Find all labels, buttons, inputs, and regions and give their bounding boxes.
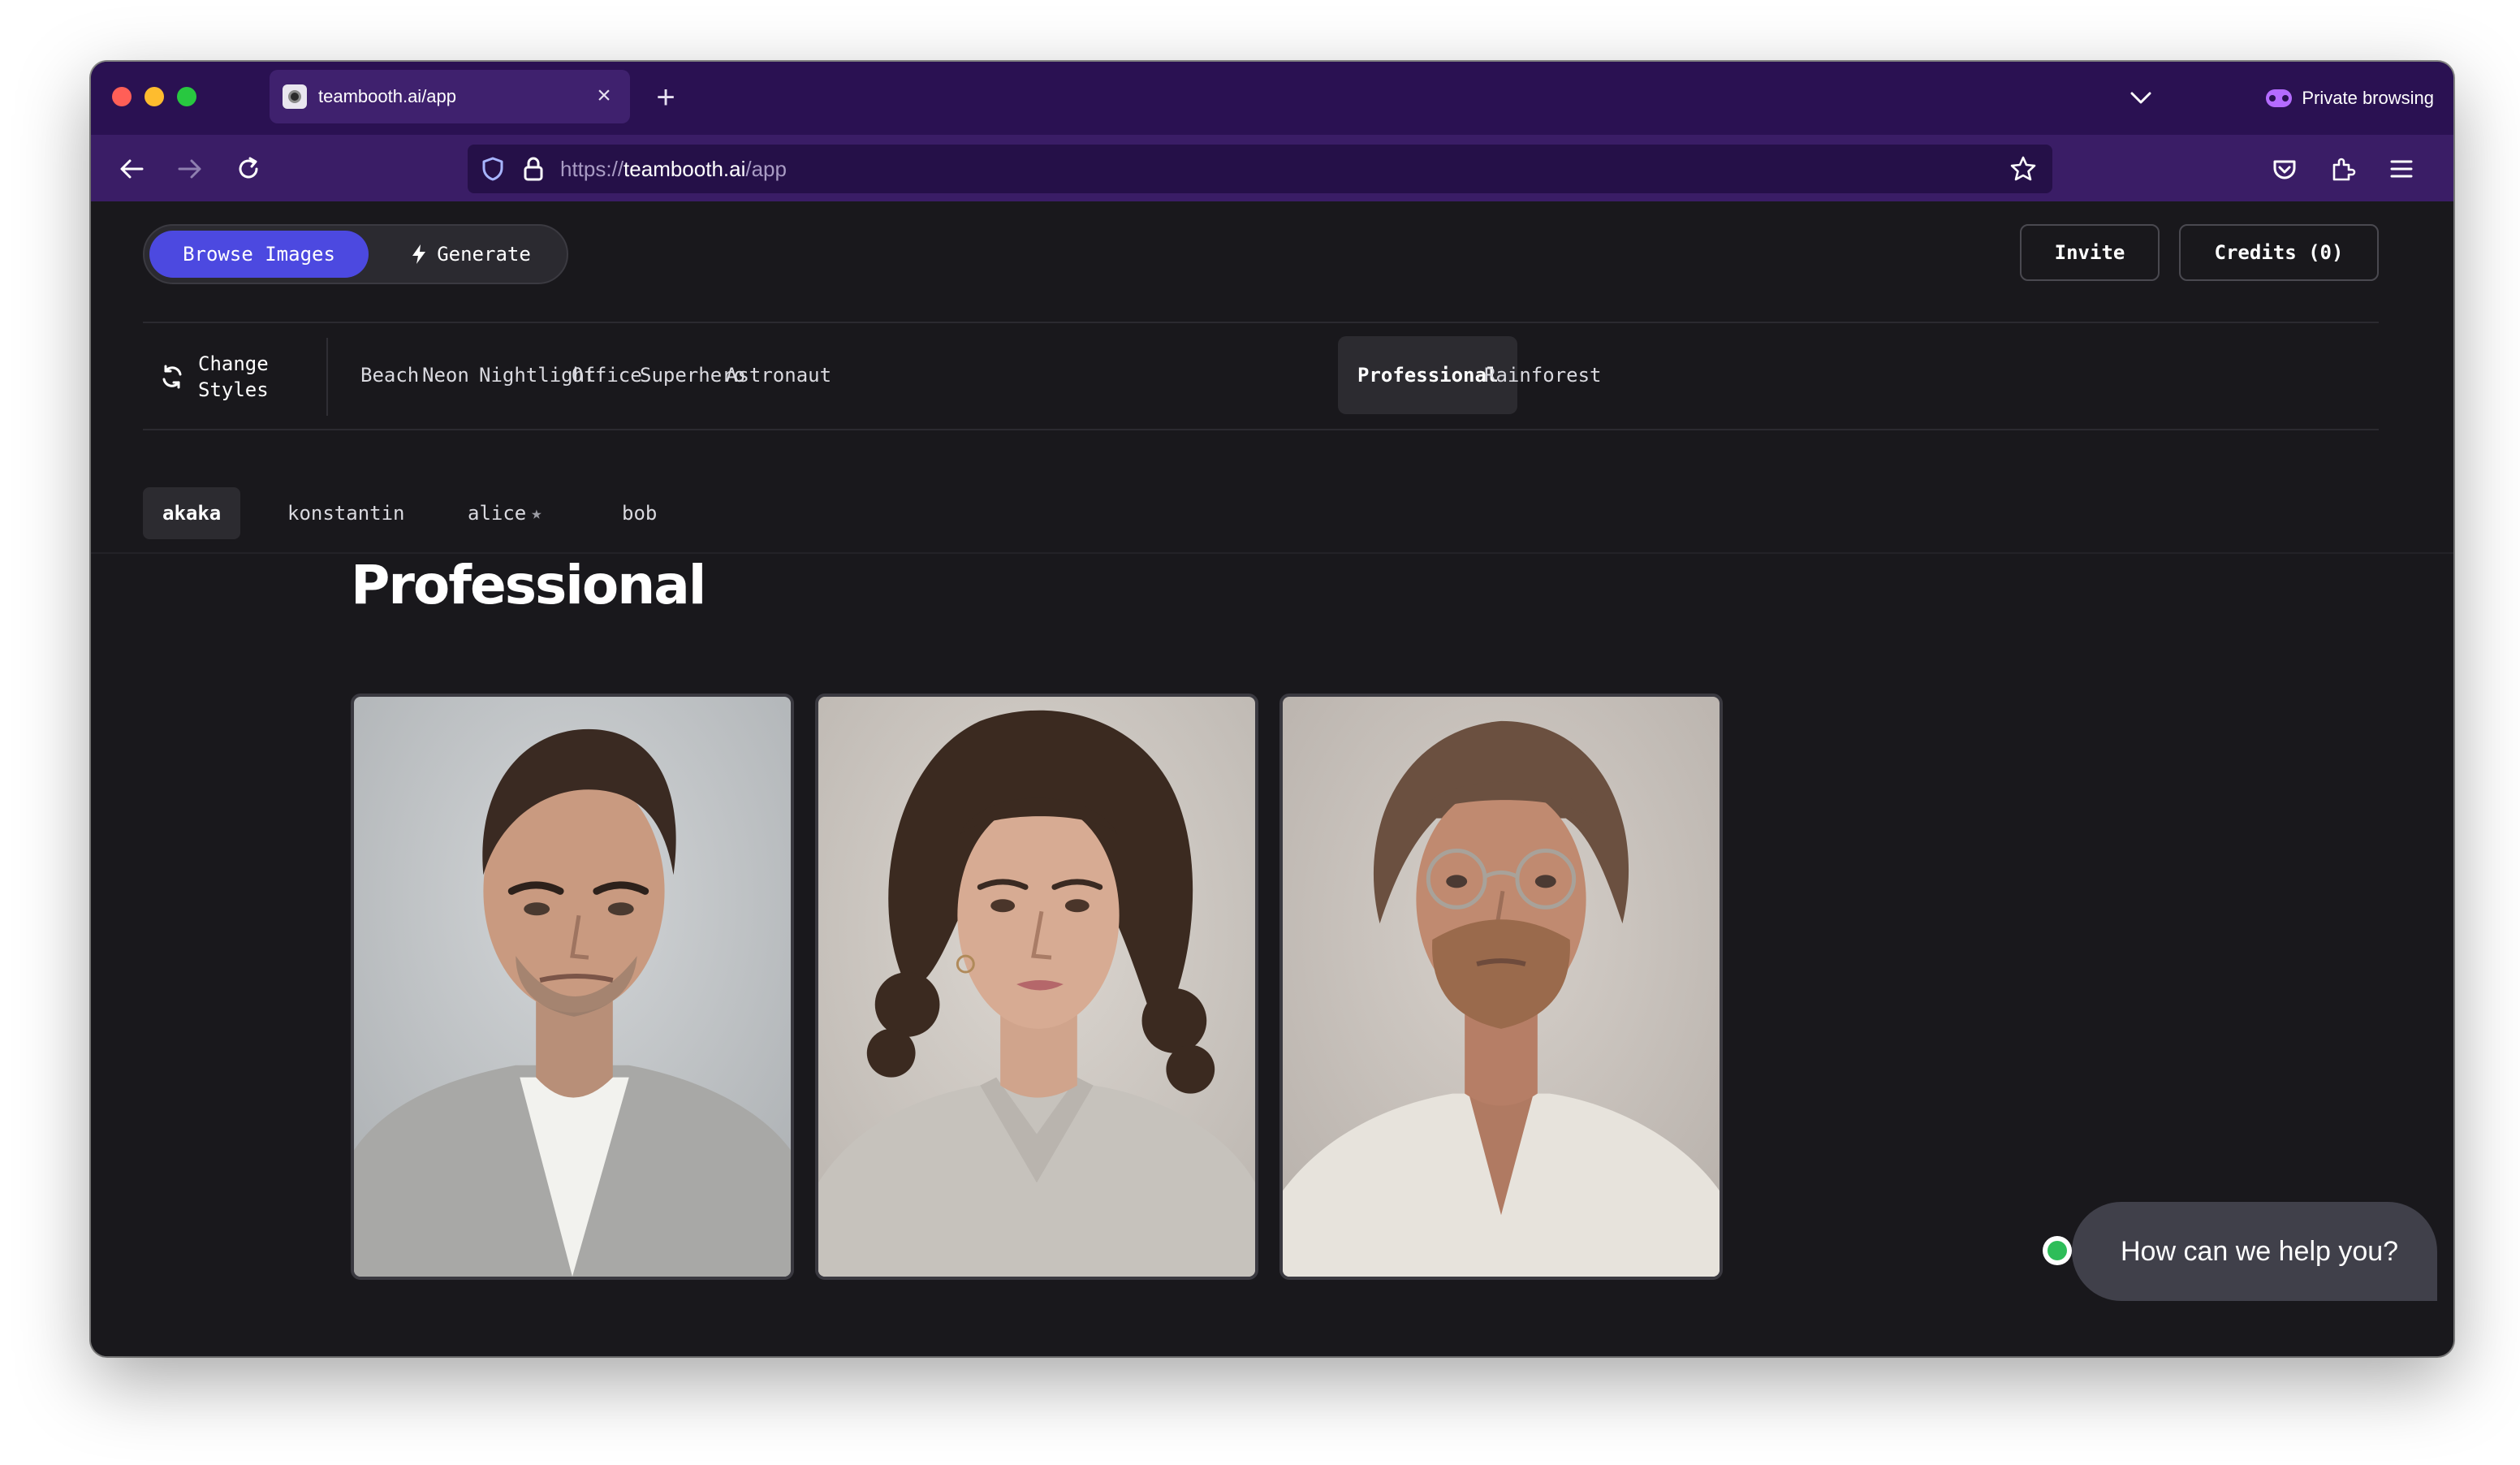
person-konstantin[interactable]: konstantin — [268, 487, 425, 539]
person-alice[interactable]: alice ★ — [448, 487, 562, 539]
url-host: teambooth.ai — [624, 156, 746, 181]
generate-label: Generate — [437, 243, 531, 266]
change-styles-line1: Change — [198, 352, 269, 375]
tab-bar: teambooth.ai/app × + Private browsing — [91, 62, 2453, 135]
change-styles-line2: Styles — [198, 378, 269, 401]
browser-window: teambooth.ai/app × + Private browsing ht… — [91, 62, 2453, 1356]
tab-rainforest[interactable]: Rainforest — [1465, 336, 1621, 414]
tab-close-icon[interactable]: × — [589, 82, 619, 111]
help-chat-widget[interactable]: How can we help you? — [2043, 1202, 2437, 1301]
person-akaka[interactable]: akaka — [143, 487, 241, 539]
generate-button[interactable]: Generate — [380, 231, 562, 278]
address-bar[interactable]: https://teambooth.ai/app — [468, 145, 2052, 193]
tab-list-chevron-icon[interactable] — [2121, 78, 2161, 119]
portrait-image-3[interactable] — [1279, 694, 1723, 1280]
page-title: Professional — [351, 554, 706, 616]
private-browsing-indicator: Private browsing — [2266, 80, 2434, 117]
refresh-icon — [162, 365, 182, 389]
reload-icon[interactable] — [229, 149, 268, 188]
minimize-window-button[interactable] — [145, 87, 164, 106]
tracking-shield-icon[interactable] — [481, 156, 505, 182]
url-path: /app — [745, 156, 787, 181]
app-content: Browse Images Generate Invite Credits (0… — [91, 201, 2453, 1356]
favicon-icon — [283, 84, 307, 109]
credits-button[interactable]: Credits (0) — [2179, 224, 2379, 281]
portrait-image-2[interactable] — [815, 694, 1258, 1280]
online-status-icon — [2043, 1236, 2072, 1265]
styles-divider — [143, 429, 2379, 430]
portrait-image-1[interactable] — [351, 694, 794, 1280]
style-separator — [326, 338, 328, 416]
new-tab-button[interactable]: + — [643, 73, 688, 122]
tab-title: teambooth.ai/app — [318, 86, 457, 106]
favorite-star-icon: ★ — [531, 503, 542, 524]
browser-tab[interactable]: teambooth.ai/app × — [270, 70, 630, 123]
tab-astronaut[interactable]: Astronaut — [706, 336, 851, 414]
invite-button[interactable]: Invite — [2020, 224, 2160, 281]
private-mask-icon — [2266, 89, 2293, 107]
navigation-bar: https://teambooth.ai/app — [91, 135, 2453, 201]
maximize-window-button[interactable] — [177, 87, 196, 106]
url-text[interactable]: https://teambooth.ai/app — [560, 157, 787, 182]
extensions-puzzle-icon[interactable] — [2324, 149, 2362, 188]
private-browsing-label: Private browsing — [2302, 88, 2434, 108]
mode-switch: Browse Images Generate — [143, 224, 568, 284]
person-bob[interactable]: bob — [602, 487, 676, 539]
help-chat-prompt[interactable]: How can we help you? — [2072, 1202, 2437, 1301]
bookmark-star-icon[interactable] — [2009, 154, 2038, 184]
lightning-icon — [412, 244, 426, 264]
close-window-button[interactable] — [112, 87, 132, 106]
url-scheme: https:// — [560, 156, 624, 181]
style-tabs: Change Styles Beach Neon Nightlight Offi… — [143, 323, 2379, 429]
back-arrow-icon[interactable] — [112, 149, 151, 188]
lock-icon[interactable] — [523, 156, 544, 182]
change-styles-button[interactable]: Change Styles — [159, 344, 279, 409]
menu-hamburger-icon[interactable] — [2382, 149, 2421, 188]
forward-arrow-icon[interactable] — [170, 149, 209, 188]
browse-images-button[interactable]: Browse Images — [149, 231, 369, 278]
person-alice-label: alice — [468, 502, 527, 525]
pocket-icon[interactable] — [2265, 149, 2304, 188]
